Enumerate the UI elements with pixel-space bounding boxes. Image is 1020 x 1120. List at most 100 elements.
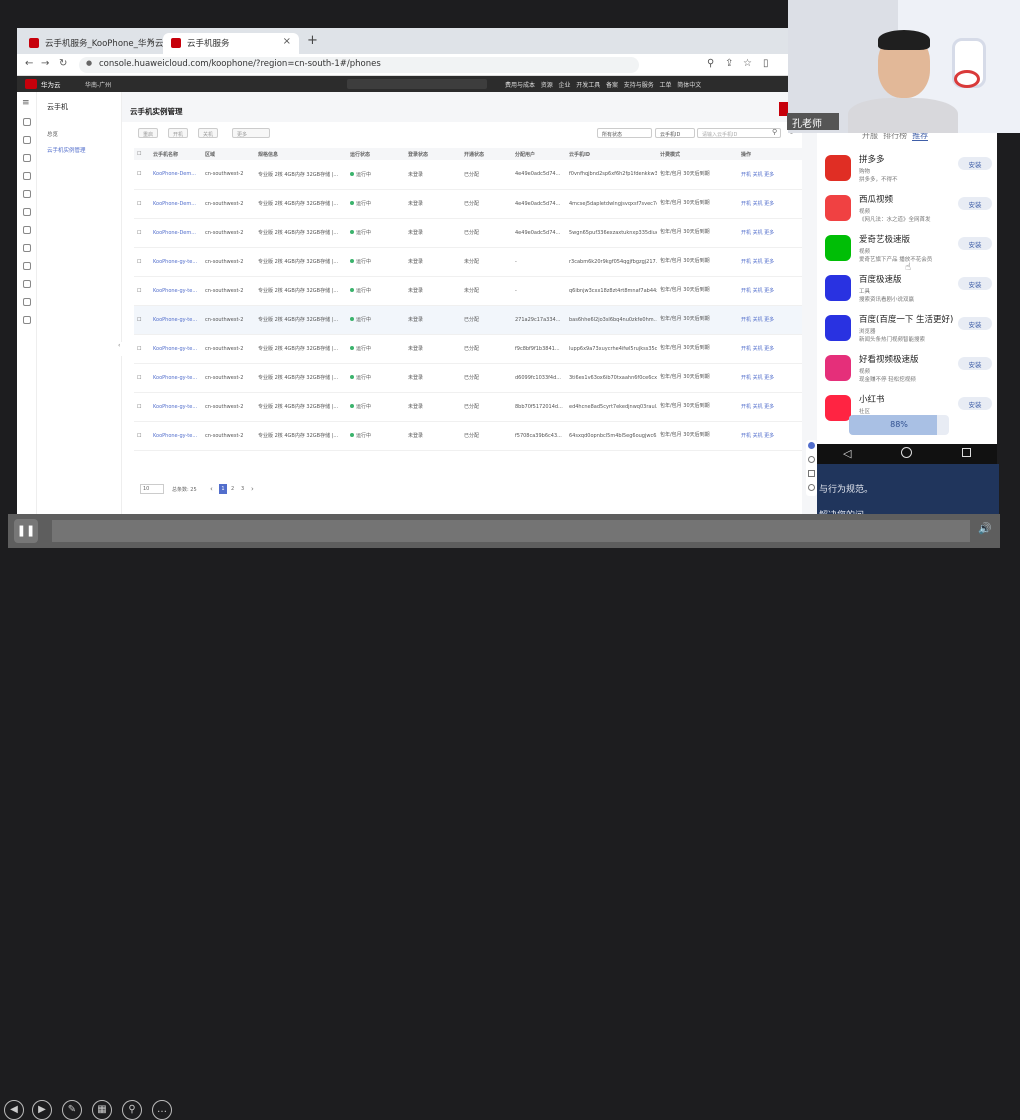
actions-cell[interactable]: 开机 关机 更多 [738, 334, 802, 364]
service-icon[interactable] [23, 154, 31, 162]
forward-icon[interactable]: → [41, 58, 49, 69]
actions-cell[interactable]: 开机 关机 更多 [738, 392, 802, 422]
page-2[interactable]: 2 [231, 486, 234, 492]
zoom-icon[interactable]: ⚲ [122, 1100, 142, 1120]
table-row[interactable]: ☐ KooPhone-gy-te... cn-southwest-2 专业版 2核 4… [134, 305, 802, 335]
column-header[interactable]: 运行状态 [347, 148, 405, 160]
instance-name[interactable]: KooPhone-Dem... [150, 189, 202, 219]
page-size-select[interactable]: 10 [140, 484, 164, 494]
pause-button[interactable]: ❚❚ [14, 519, 38, 543]
install-button[interactable]: 安装 [958, 237, 992, 250]
actions-cell[interactable]: 开机 关机 更多 [738, 305, 802, 335]
column-header[interactable]: 操作 [738, 148, 802, 160]
column-header[interactable]: 计费模式 [657, 148, 738, 160]
zoom-icon[interactable]: ⚲ [707, 58, 714, 69]
top-link[interactable]: 支持与服务 [624, 82, 654, 89]
start-button[interactable]: 开机 [168, 128, 189, 138]
instance-name[interactable]: KooPhone-gy-te... [150, 247, 202, 277]
search-icon[interactable]: ⚲ [772, 128, 777, 136]
table-row[interactable]: ☐ KooPhone-gy-te... cn-southwest-2 专业版 2核 4… [134, 421, 802, 451]
more-button[interactable]: 更多 [232, 128, 270, 138]
app-list-item[interactable]: 好看视频极速版 视频 现金赚不停 轻松挖视频 安装 [817, 350, 997, 390]
tab-cloud-phone-service[interactable]: 云手机服务 × [163, 33, 299, 54]
row-checkbox[interactable]: ☐ [134, 363, 150, 393]
table-row[interactable]: ☐ KooPhone-Dem... cn-southwest-2 专业版 2核 4GB… [134, 218, 802, 248]
column-header[interactable]: 规格信息 [255, 148, 347, 160]
actions-cell[interactable]: 开机 关机 更多 [738, 363, 802, 393]
column-header[interactable]: 区域 [202, 148, 255, 160]
table-row[interactable]: ☐ KooPhone-gy-te... cn-southwest-2 专业版 2核 4… [134, 363, 802, 393]
url-field[interactable]: ● console.huaweicloud.com/koophone/?regi… [79, 57, 639, 73]
actions-cell[interactable]: 开机 关机 更多 [738, 218, 802, 248]
stop-button[interactable]: 关机 [198, 128, 219, 138]
install-button[interactable]: 安装 [958, 197, 992, 210]
table-row[interactable]: ☐ KooPhone-Dem... cn-southwest-2 专业版 2核 4GB… [134, 189, 802, 219]
region-selector[interactable]: 华南-广州 [85, 80, 111, 89]
status-filter-select[interactable]: 所有状态 [597, 128, 652, 138]
instance-name[interactable]: KooPhone-gy-te... [150, 392, 202, 422]
actions-cell[interactable]: 开机 关机 更多 [738, 247, 802, 277]
instance-name[interactable]: KooPhone-gy-te... [150, 421, 202, 451]
page-3[interactable]: 3 [241, 486, 244, 492]
search-input[interactable]: 请输入云手机ID [697, 128, 781, 138]
back-nav-icon[interactable]: ◁ [843, 447, 851, 460]
row-checkbox[interactable]: ☐ [134, 305, 150, 335]
table-row[interactable]: ☐ KooPhone-gy-te... cn-southwest-2 专业版 2核 4… [134, 334, 802, 364]
service-icon[interactable] [23, 226, 31, 234]
service-icon[interactable] [23, 118, 31, 126]
tab-koophone-product[interactable]: 云手机服务_KooPhone_华为云 × [21, 33, 163, 54]
pen-icon[interactable]: ✎ [62, 1100, 82, 1120]
install-button[interactable]: 安装 [958, 277, 992, 290]
sidebar-icon[interactable]: ▯ [763, 58, 769, 69]
install-button[interactable]: 安装 [958, 317, 992, 330]
volume-icon[interactable]: 🔊 [978, 522, 992, 535]
service-icon[interactable] [23, 136, 31, 144]
top-link[interactable]: 资源 [541, 82, 553, 89]
actions-cell[interactable]: 开机 关机 更多 [738, 189, 802, 219]
row-checkbox[interactable]: ☐ [134, 247, 150, 277]
back-icon[interactable]: ← [25, 58, 33, 69]
app-list-item[interactable]: 百度极速版 工具 搜索资讯看剧小说双赢 安装 [817, 270, 997, 310]
console-search-input[interactable] [347, 79, 487, 89]
service-icon[interactable] [23, 244, 31, 252]
seek-bar[interactable] [52, 520, 970, 542]
table-row[interactable]: ☐ KooPhone-Dem... cn-southwest-2 专业版 2核 4GB… [134, 160, 802, 190]
tool-icon[interactable] [808, 484, 815, 491]
new-tab-button[interactable]: + [307, 33, 318, 48]
row-checkbox[interactable]: ☐ [134, 392, 150, 422]
service-icon[interactable] [23, 172, 31, 180]
prev-page-icon[interactable]: ‹ [210, 485, 213, 493]
row-checkbox[interactable]: ☐ [134, 160, 150, 190]
actions-cell[interactable]: 开机 关机 更多 [738, 160, 802, 190]
column-header[interactable]: 登录状态 [405, 148, 461, 160]
install-button[interactable]: 安装 [958, 357, 992, 370]
top-link[interactable]: 开发工具 [576, 82, 600, 89]
column-header[interactable]: 开通状态 [461, 148, 512, 160]
collapse-handle-icon[interactable]: ‹ [118, 342, 124, 356]
row-checkbox[interactable]: ☐ [134, 276, 150, 306]
bookmark-star-icon[interactable]: ☆ [743, 58, 752, 69]
row-checkbox[interactable]: ☐ [134, 421, 150, 451]
column-header[interactable]: 云手机ID [566, 148, 657, 160]
next-slide-icon[interactable]: ▶ [32, 1100, 52, 1120]
console-top-links[interactable]: 费用与成本 资源 企业 开发工具 备案 支持与服务 工单 简体中文 [505, 80, 805, 89]
column-header[interactable]: 分配用户 [512, 148, 566, 160]
service-icon[interactable] [23, 190, 31, 198]
service-icon[interactable] [23, 262, 31, 270]
instance-name[interactable]: KooPhone-Dem... [150, 218, 202, 248]
row-checkbox[interactable]: ☐ [134, 218, 150, 248]
instance-name[interactable]: KooPhone-Dem... [150, 160, 202, 190]
gallery-icon[interactable]: ▦ [92, 1100, 112, 1120]
top-link[interactable]: 企业 [559, 82, 571, 89]
reload-icon[interactable]: ↻ [59, 58, 67, 69]
table-row[interactable]: ☐ KooPhone-gy-te... cn-southwest-2 专业版 2核 4… [134, 276, 802, 306]
menu-icon[interactable]: ≡ [22, 98, 30, 108]
prev-slide-icon[interactable]: ◀ [4, 1100, 24, 1120]
instance-name[interactable]: KooPhone-gy-te... [150, 276, 202, 306]
tool-icon[interactable] [808, 442, 815, 449]
install-button[interactable]: 安装 [958, 157, 992, 170]
subnav-item-overview[interactable]: 总览 [47, 130, 58, 138]
restart-button[interactable]: 重启 [138, 128, 159, 138]
instance-name[interactable]: KooPhone-gy-te... [150, 334, 202, 364]
instance-name[interactable]: KooPhone-gy-te... [150, 305, 202, 335]
